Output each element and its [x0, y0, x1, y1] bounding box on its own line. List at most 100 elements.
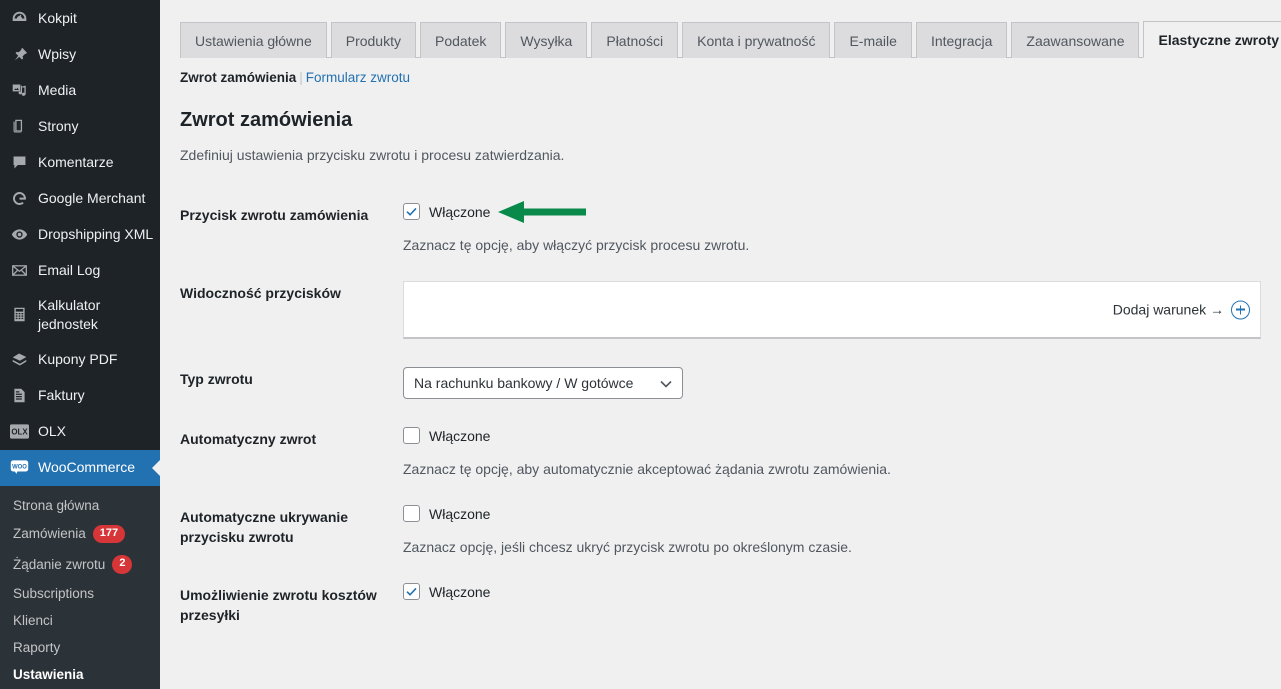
sidebar-item-label: WooCommerce — [38, 459, 135, 476]
tab-platnosci[interactable]: Płatności — [591, 22, 679, 59]
refund-requests-count-badge: 2 — [112, 555, 133, 574]
refund-button-checkbox-line: Włączone — [403, 200, 1261, 223]
submenu-item-ustawienia[interactable]: Ustawienia — [0, 661, 160, 688]
pin-icon — [9, 44, 29, 64]
sidebar-item-komentarze[interactable]: Komentarze — [0, 144, 160, 180]
auto-hide-checkbox[interactable] — [403, 505, 420, 523]
admin-sidebar: Kokpit Wpisy Media Strony Komentarze Goo… — [0, 0, 160, 689]
submenu-item-zadanie-zwrotu[interactable]: Żądanie zwrotu 2 — [0, 549, 160, 579]
sidebar-item-media[interactable]: Media — [0, 72, 160, 108]
comments-icon — [9, 152, 29, 172]
auto-refund-checkbox-label: Włączone — [429, 427, 491, 444]
checkmark-icon — [406, 208, 417, 217]
tab-produkty[interactable]: Produkty — [330, 22, 416, 59]
tab-label: Ustawienia główne — [195, 33, 312, 49]
calculator-icon — [9, 305, 29, 325]
woocommerce-icon: WOO — [9, 458, 29, 478]
envelope-icon — [9, 260, 29, 280]
form-row-refund-button: Przycisk zwrotu zamówienia Włączone Zazn… — [180, 189, 1261, 267]
sidebar-item-wpisy[interactable]: Wpisy — [0, 36, 160, 72]
refund-type-select-wrapper: Na rachunku bankowy / W gotówce — [403, 367, 683, 400]
submenu-item-strona-glowna[interactable]: Strona główna — [0, 492, 160, 519]
breadcrumb-separator: | — [299, 70, 303, 86]
field-label-button-visibility: Widoczność przycisków — [180, 285, 341, 302]
submenu-item-klienci[interactable]: Klienci — [0, 607, 160, 634]
sidebar-item-olx[interactable]: OLX OLX — [0, 414, 160, 450]
svg-text:OLX: OLX — [11, 428, 28, 437]
form-row-button-visibility: Widoczność przycisków Dodaj warunek → — [180, 267, 1261, 353]
breadcrumb-link-formularz-zwrotu[interactable]: Formularz zwrotu — [306, 70, 410, 85]
refund-type-select[interactable]: Na rachunku bankowy / W gotówce — [403, 367, 683, 400]
eye-icon — [9, 224, 29, 244]
auto-hide-description: Zaznacz opcję, jeśli chcesz ukryć przyci… — [403, 539, 852, 556]
submenu-label: Strona główna — [13, 497, 100, 513]
tab-label: Podatek — [434, 33, 487, 49]
tab-label: E-maile — [849, 33, 897, 49]
page-title: Zwrot zamówienia — [180, 109, 353, 132]
submenu-item-subscriptions[interactable]: Subscriptions — [0, 580, 160, 607]
auto-refund-checkbox-line: Włączone — [403, 427, 1261, 445]
tab-zaawansowane[interactable]: Zaawansowane — [1011, 22, 1140, 59]
woocommerce-submenu: Strona główna Zamówienia 177 Żądanie zwr… — [0, 485, 160, 689]
tab-label: Płatności — [606, 33, 664, 49]
tab-elastyczne-zwroty[interactable]: Elastyczne zwroty — [1143, 21, 1281, 59]
submenu-label: Raporty — [13, 639, 61, 655]
sidebar-item-faktury[interactable]: Faktury — [0, 378, 160, 414]
field-control-refund-type: Na rachunku bankowy / W gotówce — [403, 353, 1261, 413]
plus-circle-icon[interactable] — [1231, 300, 1250, 320]
breadcrumb: Zwrot zamówienia | Formularz zwrotu — [160, 58, 1281, 85]
dashboard-icon — [9, 8, 29, 28]
tab-label: Integracja — [930, 33, 993, 49]
refund-button-description: Zaznacz tę opcję, aby włączyć przycisk p… — [403, 237, 750, 254]
sidebar-item-label: Kupony PDF — [38, 351, 118, 368]
tab-label: Wysyłka — [520, 33, 573, 49]
sidebar-item-email-log[interactable]: Email Log — [0, 252, 160, 288]
tab-wysylka[interactable]: Wysyłka — [505, 22, 588, 59]
sidebar-item-woocommerce[interactable]: WOO WooCommerce — [0, 449, 160, 486]
submenu-label: Subscriptions — [13, 585, 95, 601]
auto-refund-checkbox[interactable] — [403, 427, 420, 445]
form-row-shipping-refund: Umożliwienie zwrotu kosztów przesyłki Wł… — [180, 569, 1261, 642]
shipping-refund-checkbox-label: Włączone — [429, 583, 491, 600]
sidebar-item-strony[interactable]: Strony — [0, 108, 160, 144]
add-condition-label: Dodaj warunek → — [1112, 301, 1224, 318]
field-label-refund-button: Przycisk zwrotu zamówienia — [180, 207, 369, 224]
checkmark-icon — [406, 588, 417, 597]
field-control-auto-refund: Włączone Zaznacz tę opcję, aby automatyc… — [403, 413, 1261, 491]
shipping-refund-checkbox-line: Włączone — [403, 583, 1261, 601]
refund-button-checkbox[interactable] — [403, 203, 420, 221]
media-icon — [9, 80, 29, 100]
form-row-auto-hide: Automatyczne ukrywanie przycisku zwrotu … — [180, 491, 1261, 569]
sidebar-item-label: Kalkulator jednostek — [38, 297, 101, 332]
tab-e-maile[interactable]: E-maile — [834, 22, 912, 59]
sidebar-item-kokpit[interactable]: Kokpit — [0, 0, 160, 36]
tab-konta-i-prywatnosc[interactable]: Konta i prywatność — [682, 22, 831, 59]
sidebar-item-label: Media — [38, 81, 77, 98]
sidebar-item-label: Wpisy — [38, 45, 77, 62]
submenu-label: Ustawienia — [13, 666, 84, 682]
submenu-item-raporty[interactable]: Raporty — [0, 634, 160, 661]
sidebar-item-kalkulator-jednostek[interactable]: Kalkulator jednostek — [0, 288, 160, 342]
sidebar-item-label: Dropshipping XML — [38, 225, 154, 242]
submenu-item-zamowienia[interactable]: Zamówienia 177 — [0, 519, 160, 549]
tab-label: Konta i prywatność — [697, 33, 816, 49]
ticket-icon — [9, 350, 29, 370]
sidebar-item-google-merchant[interactable]: Google Merchant — [0, 180, 160, 216]
olx-icon: OLX — [9, 422, 29, 442]
auto-refund-description: Zaznacz tę opcję, aby automatycznie akce… — [403, 461, 891, 478]
sidebar-item-kupony-pdf[interactable]: Kupony PDF — [0, 342, 160, 378]
add-condition-button[interactable]: Dodaj warunek → — [1112, 300, 1250, 320]
sidebar-item-dropshipping-xml[interactable]: Dropshipping XML — [0, 216, 160, 252]
settings-tabs-wrapper: Ustawienia główne Produkty Podatek Wysył… — [160, 0, 1281, 59]
shipping-refund-checkbox[interactable] — [403, 583, 420, 601]
tab-ustawienia-glowne[interactable]: Ustawienia główne — [180, 22, 327, 59]
field-label-shipping-refund: Umożliwienie zwrotu kosztów przesyłki — [180, 587, 377, 624]
form-row-refund-type: Typ zwrotu Na rachunku bankowy / W gotów… — [180, 353, 1261, 413]
conditions-box[interactable]: Dodaj warunek → — [403, 281, 1261, 340]
tab-integracja[interactable]: Integracja — [915, 22, 1008, 59]
submenu-label: Zamówienia — [13, 526, 86, 542]
google-icon — [9, 188, 29, 208]
page-description: Zdefiniuj ustawienia przycisku zwrotu i … — [180, 147, 565, 164]
main-content: Ustawienia główne Produkty Podatek Wysył… — [160, 0, 1281, 689]
tab-podatek[interactable]: Podatek — [419, 22, 502, 59]
